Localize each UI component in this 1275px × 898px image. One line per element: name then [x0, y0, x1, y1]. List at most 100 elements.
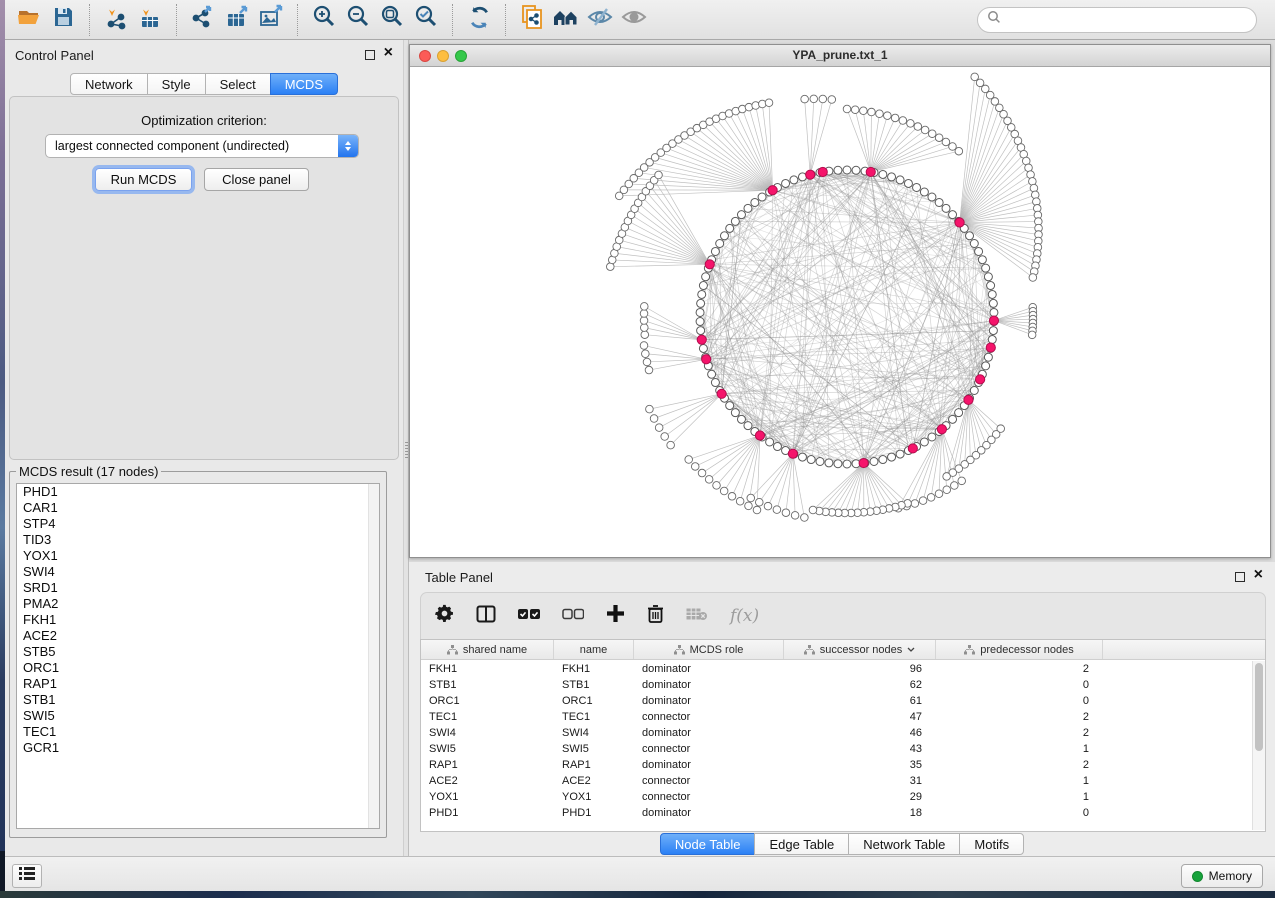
- table-row[interactable]: PHD1PHD1dominator180: [421, 805, 1251, 821]
- float-window-icon[interactable]: [1235, 572, 1245, 582]
- tab-motifs[interactable]: Motifs: [959, 833, 1024, 855]
- table-row[interactable]: ACE2ACE2connector311: [421, 773, 1251, 789]
- search-input[interactable]: [1002, 10, 1256, 30]
- cell-successor-nodes: 61: [784, 695, 936, 707]
- open-session-button[interactable]: [12, 5, 46, 35]
- list-item[interactable]: SWI4: [17, 564, 379, 580]
- list-item[interactable]: STB1: [17, 692, 379, 708]
- table-settings-button[interactable]: [435, 604, 454, 628]
- search-box[interactable]: [977, 7, 1257, 33]
- criterion-value: largest connected component (undirected): [46, 139, 338, 153]
- share-session-button[interactable]: [515, 5, 549, 35]
- export-image-button[interactable]: [254, 5, 288, 35]
- column-header-successor-nodes[interactable]: successor nodes: [784, 640, 936, 659]
- list-item[interactable]: ACE2: [17, 628, 379, 644]
- list-item[interactable]: ORC1: [17, 660, 379, 676]
- table-row[interactable]: RAP1RAP1dominator352: [421, 757, 1251, 773]
- zoom-selected-button[interactable]: [409, 5, 443, 35]
- list-item[interactable]: YOX1: [17, 548, 379, 564]
- create-column-button[interactable]: [606, 604, 625, 628]
- list-item[interactable]: RAP1: [17, 676, 379, 692]
- table-row[interactable]: SWI4SWI4dominator462: [421, 725, 1251, 741]
- close-icon[interactable]: ×: [384, 44, 393, 62]
- scrollbar-thumb[interactable]: [1255, 663, 1263, 751]
- main-toolbar: [0, 0, 1275, 40]
- tab-mcds[interactable]: MCDS: [270, 73, 338, 95]
- column-header-mcds-role[interactable]: MCDS role: [634, 640, 784, 659]
- select-all-button[interactable]: [518, 607, 540, 625]
- close-icon[interactable]: ×: [1254, 566, 1263, 584]
- column-header-predecessor-nodes[interactable]: predecessor nodes: [936, 640, 1103, 659]
- app-workspace: Control Panel × Network Style Select MCD…: [5, 40, 1275, 856]
- cell-successor-nodes: 47: [784, 711, 936, 723]
- table-row[interactable]: YOX1YOX1connector291: [421, 789, 1251, 805]
- refresh-button[interactable]: [462, 5, 496, 35]
- first-neighbors-button[interactable]: [549, 5, 583, 35]
- automation-panel-button[interactable]: [12, 864, 42, 888]
- cell-predecessor-nodes: 2: [936, 663, 1103, 675]
- mcds-list-scrollbar[interactable]: [368, 484, 379, 828]
- table-scrollbar[interactable]: [1252, 661, 1265, 830]
- cell-name: SWI4: [554, 727, 634, 739]
- zoom-fit-button[interactable]: [375, 5, 409, 35]
- tab-edge-table[interactable]: Edge Table: [754, 833, 849, 855]
- cell-mcds-role: connector: [634, 711, 784, 723]
- mcds-result-list[interactable]: PHD1CAR1STP4TID3YOX1SWI4SRD1PMA2FKH1ACE2…: [16, 483, 380, 829]
- export-table-icon: [224, 4, 250, 35]
- close-panel-button[interactable]: Close panel: [204, 168, 309, 191]
- tab-style[interactable]: Style: [147, 73, 206, 95]
- table-row[interactable]: TEC1TEC1connector472: [421, 709, 1251, 725]
- list-item[interactable]: PHD1: [17, 484, 379, 500]
- list-item[interactable]: PMA2: [17, 596, 379, 612]
- table-toolbar: f(x): [420, 592, 1266, 639]
- deselect-all-button[interactable]: [562, 607, 584, 625]
- list-item[interactable]: GCR1: [17, 740, 379, 756]
- list-item[interactable]: SRD1: [17, 580, 379, 596]
- mcds-tab-content: Optimization criterion: largest connecte…: [9, 96, 399, 460]
- list-item[interactable]: CAR1: [17, 500, 379, 516]
- export-network-button[interactable]: [186, 5, 220, 35]
- cell-mcds-role: connector: [634, 791, 784, 803]
- list-item[interactable]: SWI5: [17, 708, 379, 724]
- list-item[interactable]: TID3: [17, 532, 379, 548]
- table-row[interactable]: SWI5SWI5connector431: [421, 741, 1251, 757]
- import-table-button[interactable]: [133, 5, 167, 35]
- tab-select[interactable]: Select: [205, 73, 271, 95]
- show-all-button[interactable]: [617, 5, 651, 35]
- float-window-icon[interactable]: [365, 50, 375, 60]
- delete-column-button[interactable]: [647, 604, 664, 628]
- sort-descending-icon: [907, 647, 915, 652]
- tab-node-table[interactable]: Node Table: [660, 833, 756, 855]
- table-row[interactable]: STB1STB1dominator620: [421, 677, 1251, 693]
- column-header-name[interactable]: name: [554, 640, 634, 659]
- table-panel-tabs: Node Table Edge Table Network Table Moti…: [409, 833, 1275, 855]
- network-canvas[interactable]: [410, 67, 1270, 557]
- import-network-button[interactable]: [99, 5, 133, 35]
- network-window-titlebar[interactable]: YPA_prune.txt_1: [410, 45, 1270, 67]
- table-row[interactable]: ORC1ORC1dominator610: [421, 693, 1251, 709]
- zoom-out-icon: [345, 4, 371, 35]
- export-table-button[interactable]: [220, 5, 254, 35]
- tab-network-table[interactable]: Network Table: [848, 833, 960, 855]
- hide-selected-button[interactable]: [583, 5, 617, 35]
- sitemap-icon: [674, 645, 685, 655]
- cell-predecessor-nodes: 0: [936, 807, 1103, 819]
- memory-button[interactable]: Memory: [1181, 864, 1263, 888]
- tab-network[interactable]: Network: [70, 73, 148, 95]
- desktop-wallpaper-bottom: [0, 891, 1275, 898]
- cell-name: ORC1: [554, 695, 634, 707]
- cell-predecessor-nodes: 1: [936, 791, 1103, 803]
- list-item[interactable]: TEC1: [17, 724, 379, 740]
- list-item[interactable]: STP4: [17, 516, 379, 532]
- table-row[interactable]: FKH1FKH1dominator962: [421, 661, 1251, 677]
- mcds-result-groupbox: MCDS result (17 nodes) PHD1CAR1STP4TID3Y…: [9, 464, 387, 838]
- show-columns-button[interactable]: [476, 605, 496, 628]
- run-mcds-button[interactable]: Run MCDS: [95, 168, 192, 191]
- column-header-shared-name[interactable]: shared name: [421, 640, 554, 659]
- list-item[interactable]: FKH1: [17, 612, 379, 628]
- zoom-out-button[interactable]: [341, 5, 375, 35]
- save-session-button[interactable]: [46, 5, 80, 35]
- list-item[interactable]: STB5: [17, 644, 379, 660]
- criterion-dropdown[interactable]: largest connected component (undirected): [45, 134, 359, 158]
- zoom-in-button[interactable]: [307, 5, 341, 35]
